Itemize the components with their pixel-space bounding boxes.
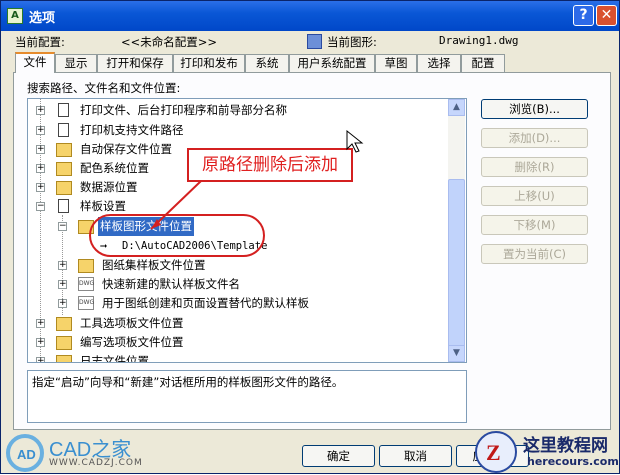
herecours-logo-icon: Z [475,431,517,473]
svg-text:AD: AD [17,447,36,462]
options-dialog: A 选项 ? ✕ 当前配置: <<未命名配置>> 当前图形: Drawing1.… [0,0,620,474]
tab-files[interactable]: 文件 [15,52,55,73]
svg-text:Z: Z [486,440,501,465]
mouse-cursor-icon [346,129,364,153]
herecours-watermark: Z 这里教程网 herecours.com [471,429,620,475]
cad-logo-icon: AD [6,434,44,472]
cad-home-watermark: AD CAD之家 WWW.CADZJ.COM [1,431,151,475]
annotation-arrow [150,129,364,230]
